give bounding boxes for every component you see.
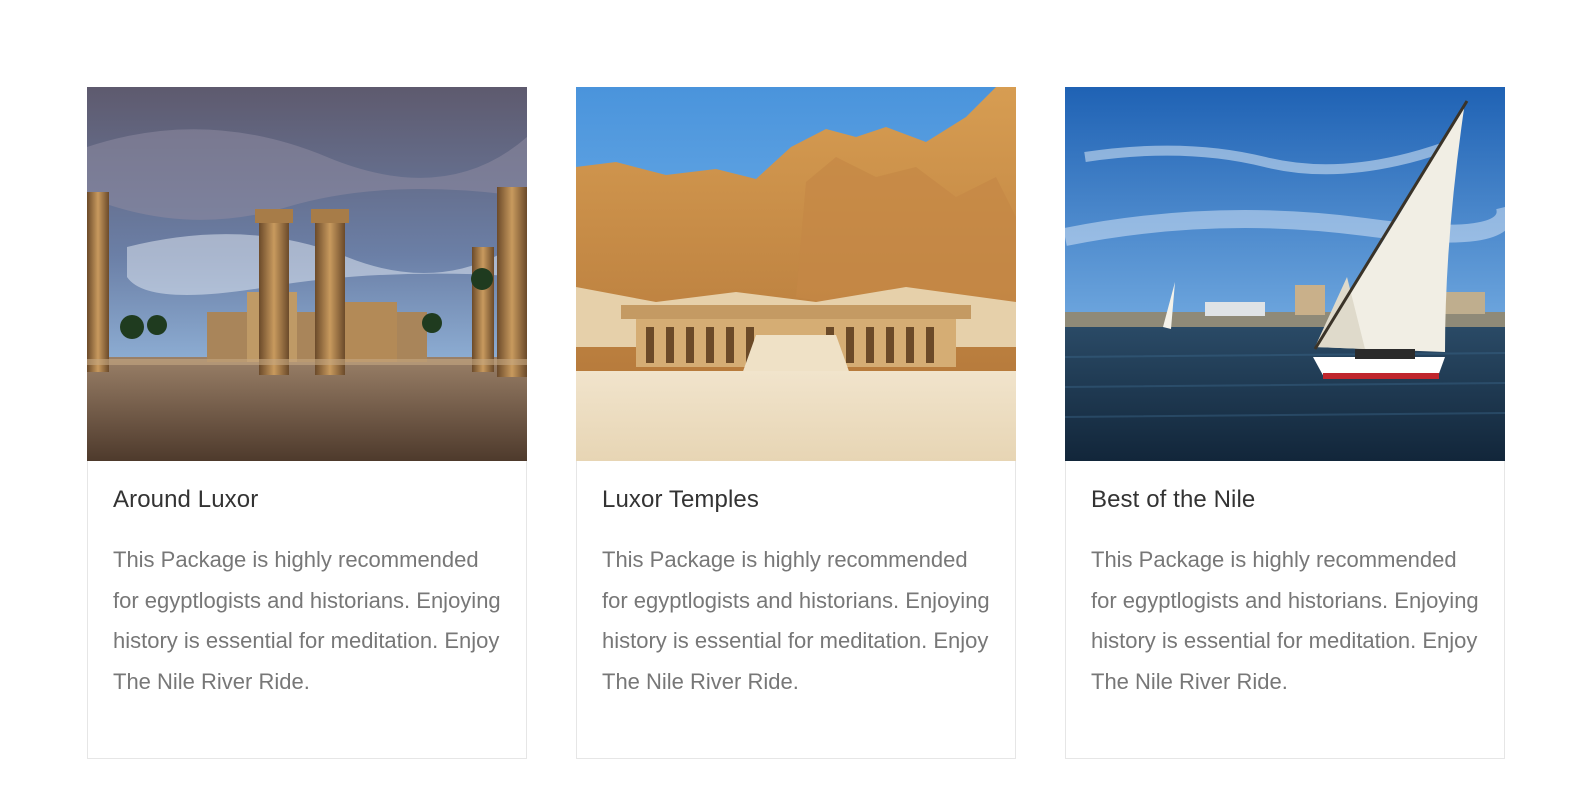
package-card-around-luxor[interactable]: Around Luxor This Package is highly reco… (87, 87, 527, 759)
package-title[interactable]: Luxor Temples (602, 486, 759, 514)
nile-felucca-image[interactable] (1065, 87, 1505, 461)
package-description: This Package is highly recommended for e… (602, 547, 990, 694)
package-description: This Package is highly recommended for e… (113, 547, 501, 694)
package-description: This Package is highly recommended for e… (1091, 547, 1479, 694)
package-title[interactable]: Around Luxor (113, 486, 258, 514)
package-card-best-of-the-nile[interactable]: Best of the Nile This Package is highly … (1065, 87, 1505, 759)
luxor-temple-image[interactable] (87, 87, 527, 461)
package-title[interactable]: Best of the Nile (1091, 486, 1255, 514)
hatshepsut-temple-image[interactable] (576, 87, 1016, 461)
package-card-luxor-temples[interactable]: Luxor Temples This Package is highly rec… (576, 87, 1016, 759)
tour-packages-grid: Around Luxor This Package is highly reco… (87, 87, 1505, 759)
